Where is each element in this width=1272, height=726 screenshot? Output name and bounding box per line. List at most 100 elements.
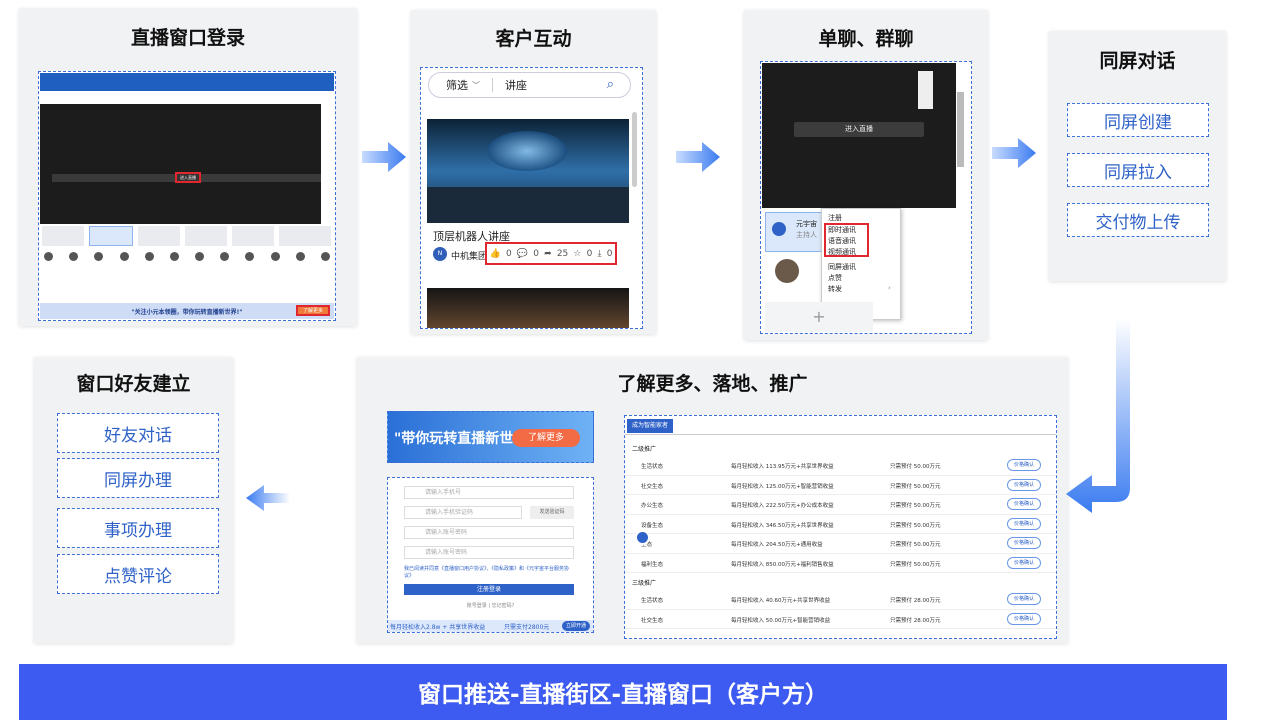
table-cell-price: 只需预付 50.00万元 bbox=[890, 561, 941, 568]
scrollbar[interactable] bbox=[632, 112, 637, 187]
like-icon[interactable]: 👍 bbox=[490, 249, 501, 259]
filter-label[interactable]: 筛选 bbox=[446, 77, 468, 93]
table-cell-name: 社交生态 bbox=[641, 617, 664, 624]
search-bar[interactable]: 筛选 ﹀ 讲座 ⌕ bbox=[428, 72, 631, 98]
table-row: 设备生态 每月轻松收入 346.50万元+共享世界收益 只需预付 50.00万元 价格… bbox=[625, 515, 1056, 534]
card-thumbnail bbox=[427, 119, 629, 223]
table-cell-price: 只需预付 50.00万元 bbox=[890, 464, 941, 470]
panel-title: 窗口好友建立 bbox=[76, 373, 191, 395]
password-confirm-field[interactable]: 请输入账号密码 bbox=[404, 546, 574, 559]
option-friend-chat[interactable]: 好友对话 bbox=[57, 413, 219, 453]
register-login-button[interactable]: 注册登录 bbox=[404, 584, 574, 595]
table-row: 社交生态 每月轻松收入 125.00万元+智能营销收益 只需预付 50.00万元 价格… bbox=[625, 476, 1056, 495]
favorite-icon[interactable]: ☆ bbox=[573, 249, 581, 259]
side-tool-icons[interactable] bbox=[918, 71, 933, 109]
enter-live-button[interactable]: 进入直播 bbox=[175, 172, 201, 183]
arrow-down-left-icon bbox=[1066, 318, 1130, 513]
menu-item[interactable]: 注册 bbox=[828, 213, 842, 223]
password-field[interactable]: 请输入账号密码 bbox=[404, 526, 574, 539]
option-task-handle[interactable]: 事项办理 bbox=[57, 508, 219, 548]
table-cell-name: 社交生态 bbox=[641, 483, 664, 490]
arrow-right-icon bbox=[676, 142, 720, 172]
price-confirm-button[interactable]: 价格确认 bbox=[1007, 517, 1041, 530]
menu-item[interactable]: 视频通讯 bbox=[828, 247, 856, 257]
table-cell-name: 办公生态 bbox=[641, 503, 664, 509]
chat-bubble-icon[interactable] bbox=[635, 530, 650, 545]
banner-more-button[interactable]: 了解更多 bbox=[296, 305, 330, 316]
send-code-button[interactable]: 发送验证码 bbox=[530, 506, 574, 519]
table-cell-income: 每月轻松收入 113.95万元+共享世界收益 bbox=[731, 464, 834, 470]
avatar-row bbox=[44, 252, 330, 266]
screenshot-frame: 筛选 ﹀ 讲座 ⌕ 顶层机器人讲座 N 中机集团 👍 0 💬 0 ➦ 25 ☆ 0 ⤓ 0 bbox=[420, 67, 643, 329]
promo-banner: "带你玩转直播新世界 了解更多 bbox=[387, 411, 594, 463]
phone-field[interactable]: 请输入手机号 bbox=[404, 486, 574, 499]
video-area: 进入直播 bbox=[40, 104, 321, 224]
search-query: 讲座 bbox=[505, 79, 527, 92]
contact-icon bbox=[772, 222, 786, 236]
panel-title: 同屏对话 bbox=[1099, 50, 1176, 72]
share-icon[interactable]: ➦ bbox=[544, 249, 552, 259]
scrollbar[interactable] bbox=[957, 92, 964, 167]
interaction-stats[interactable]: 👍 0 💬 0 ➦ 25 ☆ 0 ⤓ 0 bbox=[485, 242, 617, 265]
table-cell-name: 生活状态 bbox=[641, 464, 664, 470]
price-confirm-button[interactable]: 价格确认 bbox=[1007, 556, 1041, 569]
table-cell-name: 福利生态 bbox=[641, 561, 664, 568]
table-row: 社交生态 每月轻松收入 50.00万元+智能营销收益 只需预付 28.00万元 价格确… bbox=[625, 610, 1056, 629]
panel-friend-setup: 窗口好友建立 好友对话 同屏办理 事项办理 点赞评论 bbox=[34, 357, 233, 643]
comment-icon[interactable]: 💬 bbox=[517, 249, 528, 259]
contact-item[interactable]: 元宇宙 主持人 bbox=[765, 212, 825, 252]
panel-promotion: 了解更多、落地、推广 "带你玩转直播新世界 了解更多 请输入手机号 请输入手机验… bbox=[357, 357, 1068, 643]
table-cell-price: 只需预付 50.00万元 bbox=[890, 522, 941, 529]
video-area: 进入直播 bbox=[762, 63, 956, 208]
panel-screen-share: 同屏对话 同屏创建 同屏拉入 交付物上传 bbox=[1049, 31, 1226, 281]
arrow-right-icon bbox=[362, 142, 406, 172]
tab-become-partner[interactable]: 成为智能家者 bbox=[627, 419, 673, 433]
menu-item[interactable]: 点赞 bbox=[828, 273, 842, 283]
chevron-right-icon: › bbox=[888, 284, 891, 292]
table-cell-price: 只需预付 50.00万元 bbox=[890, 503, 941, 509]
bottom-banner: "关注小元本领圈，带你玩转直播新世界!" 了解更多 bbox=[40, 303, 334, 319]
price-confirm-button[interactable]: 价格确认 bbox=[1007, 498, 1041, 510]
app-header bbox=[40, 73, 334, 91]
menu-item[interactable]: 同屏通讯 bbox=[828, 262, 856, 272]
price-confirm-button[interactable]: 价格确认 bbox=[1007, 612, 1041, 625]
option-screen-create[interactable]: 同屏创建 bbox=[1067, 103, 1209, 137]
price-confirm-button[interactable]: 价格确认 bbox=[1007, 537, 1041, 549]
video-list bbox=[42, 226, 332, 248]
section-level2: 二级推广 bbox=[632, 446, 657, 453]
section-level3: 三级推广 bbox=[632, 580, 657, 587]
search-icon[interactable]: ⌕ bbox=[607, 77, 614, 92]
more-button[interactable]: 了解更多 bbox=[512, 429, 580, 447]
form-links[interactable]: 账号登录 | 忘记密码? bbox=[388, 602, 593, 609]
org-logo-icon: N bbox=[433, 247, 447, 261]
card-org: 中机集团 bbox=[451, 252, 488, 262]
option-screen-pull[interactable]: 同屏拉入 bbox=[1067, 153, 1209, 187]
option-screen-handle[interactable]: 同屏办理 bbox=[57, 458, 219, 498]
panel-title: 直播窗口登录 bbox=[130, 27, 245, 49]
avatar bbox=[775, 259, 799, 283]
price-confirm-button[interactable]: 价格确认 bbox=[1007, 593, 1041, 605]
menu-item[interactable]: 转发 bbox=[828, 284, 842, 294]
panel-customer-interaction: 客户互动 筛选 ﹀ 讲座 ⌕ 顶层机器人讲座 N 中机集团 👍 0 💬 0 ➦ 25 … bbox=[411, 10, 656, 334]
table-cell-name: 生活状态 bbox=[641, 598, 664, 604]
agree-text[interactable]: 我已阅读并同意《直播窗口用户协议》、《隐私政策》和《元宇宙平台服务协议》 bbox=[404, 566, 576, 580]
video-card[interactable]: 顶层机器人讲座 N 中机集团 👍 0 💬 0 ➦ 25 ☆ 0 ⤓ 0 bbox=[427, 119, 629, 269]
table-cell-price: 只需预付 50.00万元 bbox=[890, 542, 941, 548]
menu-item[interactable]: 即时通讯 bbox=[828, 225, 856, 235]
panel-title: 客户互动 bbox=[495, 28, 572, 50]
option-deliverable-upload[interactable]: 交付物上传 bbox=[1067, 203, 1209, 237]
price-confirm-button[interactable]: 价格确认 bbox=[1007, 459, 1041, 471]
option-like-comment[interactable]: 点赞评论 bbox=[57, 554, 219, 594]
add-button[interactable]: + bbox=[765, 302, 873, 332]
menu-item[interactable]: 语音通讯 bbox=[828, 236, 856, 246]
download-icon[interactable]: ⤓ bbox=[598, 249, 602, 259]
table-row: 生活状态 每月轻松收入 113.95万元+共享世界收益 只需预付 50.00万元 价格… bbox=[625, 456, 1056, 476]
price-confirm-button[interactable]: 价格确认 bbox=[1007, 478, 1041, 491]
panel-chat: 单聊、群聊 进入直播 元宇宙 主持人 注册 即时通讯 语音通讯 视频通讯 同屏通… bbox=[744, 10, 988, 340]
promo-open-button[interactable]: 立即开通 bbox=[561, 621, 590, 631]
arrow-right-icon bbox=[992, 138, 1036, 168]
code-field[interactable]: 请输入手机验证码 bbox=[404, 506, 522, 519]
enter-live-button[interactable]: 进入直播 bbox=[794, 122, 924, 137]
arrow-left-icon bbox=[246, 485, 290, 511]
panel-title: 单聊、群聊 bbox=[818, 28, 914, 50]
